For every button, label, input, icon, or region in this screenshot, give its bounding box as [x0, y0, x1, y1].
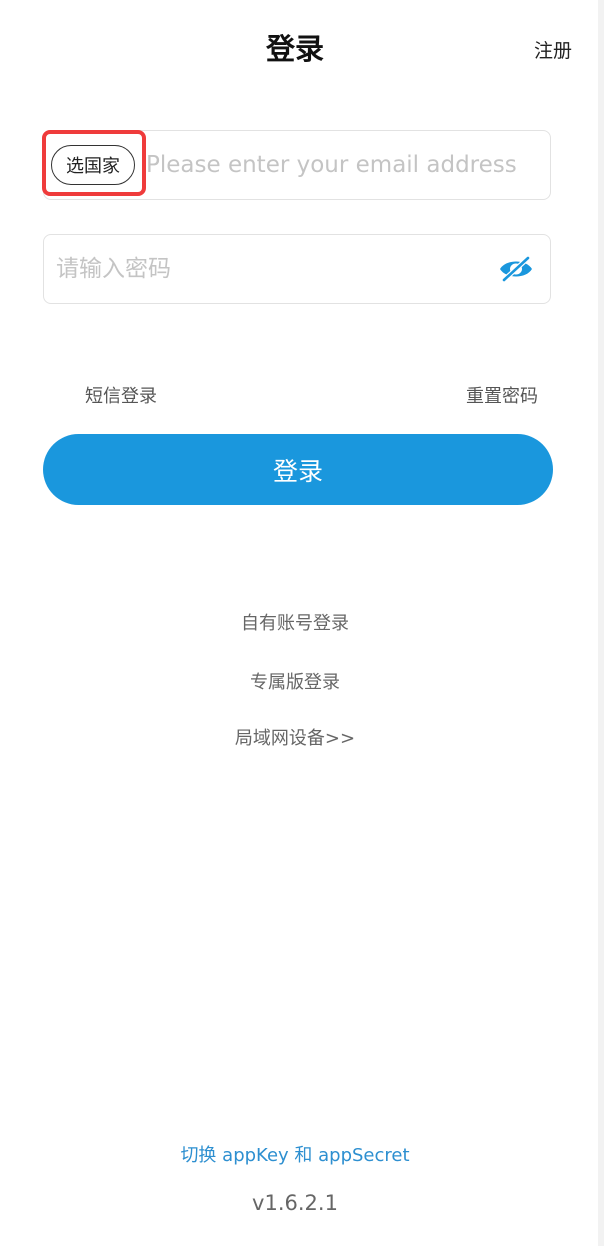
register-link[interactable]: 注册: [534, 36, 572, 63]
sms-login-link[interactable]: 短信登录: [85, 382, 157, 408]
email-input[interactable]: [146, 131, 544, 199]
reset-password-link[interactable]: 重置密码: [466, 382, 538, 408]
exclusive-edition-login-link[interactable]: 专属版登录: [0, 668, 590, 694]
password-input[interactable]: [56, 235, 486, 303]
version-label: v1.6.2.1: [252, 1191, 338, 1215]
select-country-button[interactable]: 选国家: [51, 145, 135, 185]
login-button[interactable]: 登录: [43, 434, 553, 505]
own-account-login-link[interactable]: 自有账号登录: [0, 609, 590, 635]
password-field-container: [43, 234, 551, 304]
page-title: 登录: [265, 32, 324, 66]
lan-device-link[interactable]: 局域网设备>>: [0, 724, 590, 750]
switch-app-key-link[interactable]: 切换 appKey 和 appSecret: [0, 1141, 590, 1167]
eye-hidden-icon[interactable]: [498, 253, 534, 285]
scroll-edge: [598, 0, 604, 1246]
